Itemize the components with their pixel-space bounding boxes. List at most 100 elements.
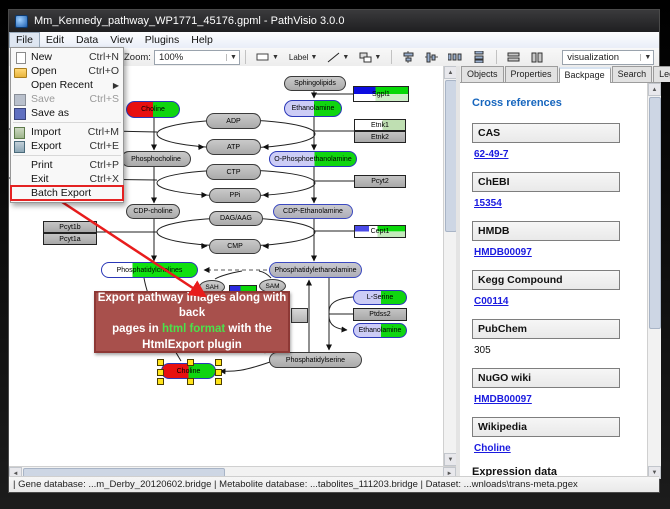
file-menu-item-save-as[interactable]: Save as: [11, 106, 123, 120]
menu-item-label: Import: [31, 126, 80, 138]
pathway-node-cept1[interactable]: Cept1: [354, 225, 406, 238]
selection-handle[interactable]: [187, 359, 194, 366]
pathway-node-phosphatidylcholines[interactable]: Phosphatidylcholines: [101, 262, 198, 278]
common-width-icon: [507, 52, 520, 63]
pathway-node-cmp[interactable]: CMP: [209, 239, 261, 254]
selection-handle[interactable]: [215, 369, 222, 376]
distribute-horizontal-icon: [448, 51, 462, 63]
xref-header: HMDB: [472, 221, 620, 241]
tab-search[interactable]: Search: [612, 66, 653, 82]
distribute-vertical-icon: [472, 51, 486, 63]
shape-tool-button[interactable]: ▼: [355, 50, 385, 65]
tab-objects[interactable]: Objects: [461, 66, 504, 82]
xref-link[interactable]: HMDB00097: [474, 247, 647, 258]
selection-handle[interactable]: [215, 378, 222, 385]
pathway-node-dag-aag[interactable]: DAG/AAG: [209, 211, 263, 226]
menu-edit[interactable]: Edit: [40, 33, 70, 47]
canvas-vertical-scrollbar[interactable]: ▲ ▼: [443, 66, 457, 466]
panel-scroll-thumb[interactable]: [649, 97, 661, 329]
file-menu-item-exit[interactable]: ExitCtrl+X: [11, 172, 123, 186]
align-center-button[interactable]: [398, 49, 419, 65]
selection-handle[interactable]: [157, 369, 164, 376]
toolbar-separator: [245, 50, 246, 64]
selection-handle[interactable]: [187, 378, 194, 385]
pathway-node-sgpl1[interactable]: Sgpl1: [353, 86, 409, 102]
save-icon: [14, 94, 26, 105]
xref-link[interactable]: 15354: [474, 198, 647, 209]
pathway-node-phosphatidylserine[interactable]: Phosphatidylserine: [269, 352, 362, 368]
menu-item-label: Save as: [31, 107, 111, 119]
pathway-node-phosphocholine[interactable]: Phosphocholine: [121, 151, 191, 167]
file-menu-item-print[interactable]: PrintCtrl+P: [11, 158, 123, 172]
file-menu-item-open-recent[interactable]: Open Recent▶: [11, 78, 123, 92]
pathway-node-o-phosphoethanolamine[interactable]: O-Phosphoethanolamine: [269, 151, 357, 167]
chevron-down-icon: ▼: [374, 54, 381, 61]
common-height-icon: [530, 52, 543, 63]
callout-handle[interactable]: [291, 308, 308, 323]
tab-properties[interactable]: Properties: [505, 66, 558, 82]
pathway-node-phosphatidylethanolamine[interactable]: Phosphatidylethanolamine: [269, 262, 362, 278]
menu-data[interactable]: Data: [70, 33, 104, 47]
menu-shortcut: Ctrl+S: [90, 93, 119, 105]
pathway-node-atp[interactable]: ATP: [206, 139, 261, 155]
menu-file[interactable]: File: [9, 32, 40, 48]
selection-handle[interactable]: [157, 359, 164, 366]
scroll-up-icon[interactable]: ▲: [648, 83, 661, 96]
pathway-node-ethanolamine[interactable]: Ethanolamine: [353, 323, 407, 338]
xref-link[interactable]: C00114: [474, 296, 647, 307]
distribute-vertical-button[interactable]: [468, 49, 490, 65]
menu-item-label: Open Recent: [31, 79, 105, 91]
distribute-horizontal-button[interactable]: [444, 49, 466, 65]
pathway-node-choline[interactable]: Choline: [126, 101, 180, 118]
open-icon: [14, 66, 26, 77]
common-height-button[interactable]: [526, 50, 547, 65]
label-tool-button[interactable]: Label ▼: [285, 51, 322, 64]
file-menu-item-batch-export[interactable]: Batch Export: [11, 186, 123, 200]
chevron-down-icon: ▼: [226, 54, 237, 61]
pathway-node-ptdss2[interactable]: Ptdss2: [353, 308, 407, 321]
file-menu-item-open[interactable]: OpenCtrl+O: [11, 64, 123, 78]
callout-line3: HtmlExport plugin: [96, 338, 288, 354]
import-icon: [14, 127, 26, 138]
xref-link[interactable]: 62-49-7: [474, 149, 647, 160]
pathway-node-cdp-ethanolamine[interactable]: CDP-Ethanolamine: [273, 204, 353, 219]
empty-icon-slot: [14, 160, 26, 171]
pathway-node-ppi[interactable]: PPi: [209, 188, 261, 203]
pathway-node-sphingolipids[interactable]: Sphingolipids: [284, 76, 346, 91]
tab-legend[interactable]: Legend: [653, 66, 670, 82]
xref-link[interactable]: HMDB00097: [474, 394, 647, 405]
pathway-node-ctp[interactable]: CTP: [206, 164, 261, 180]
menu-item-label: Batch Export: [31, 187, 111, 199]
gene-datanode-tool-button[interactable]: ▼: [252, 50, 283, 64]
file-menu-item-import[interactable]: ImportCtrl+M: [11, 125, 123, 139]
panel-tabs: ObjectsPropertiesBackpageSearchLegend: [460, 66, 661, 83]
pathway-node-etnk2[interactable]: Etnk2: [354, 131, 406, 143]
pathway-node-pcyt2[interactable]: Pcyt2: [354, 175, 406, 188]
file-menu-item-new[interactable]: NewCtrl+N: [11, 50, 123, 64]
align-middle-button[interactable]: [421, 49, 442, 65]
xref-header: NuGO wiki: [472, 368, 620, 388]
xref-link[interactable]: Choline: [474, 443, 647, 454]
line-tool-button[interactable]: ▼: [323, 50, 353, 65]
pathway-node-adp[interactable]: ADP: [206, 113, 261, 129]
menu-plugins[interactable]: Plugins: [139, 33, 185, 47]
pathway-node-ethanolamine[interactable]: Ethanolamine: [284, 100, 342, 117]
pathway-node-pcyt1a[interactable]: Pcyt1a: [43, 233, 97, 245]
line-tool-icon: [327, 52, 340, 63]
selection-handle[interactable]: [215, 359, 222, 366]
visualization-combo[interactable]: visualization ▼: [562, 50, 654, 65]
annotation-callout[interactable]: Export pathway images along with back pa…: [94, 291, 290, 353]
panel-vertical-scrollbar[interactable]: ▲ ▼: [647, 83, 661, 479]
pathway-node-cdp-choline[interactable]: CDP-choline: [126, 204, 180, 219]
selection-handle[interactable]: [157, 378, 164, 385]
common-width-button[interactable]: [503, 50, 524, 65]
pathway-node-l-serine[interactable]: L-Serine: [353, 290, 407, 305]
pathway-node-pcyt1b[interactable]: Pcyt1b: [43, 221, 97, 233]
file-menu-item-export[interactable]: ExportCtrl+E: [11, 139, 123, 153]
zoom-combo[interactable]: 100% ▼: [154, 50, 240, 65]
saveas-icon: [14, 108, 26, 119]
menu-view[interactable]: View: [104, 33, 139, 47]
pathway-node-etnk1[interactable]: Etnk1: [354, 119, 406, 131]
tab-backpage[interactable]: Backpage: [559, 67, 611, 83]
menu-help[interactable]: Help: [185, 33, 219, 47]
